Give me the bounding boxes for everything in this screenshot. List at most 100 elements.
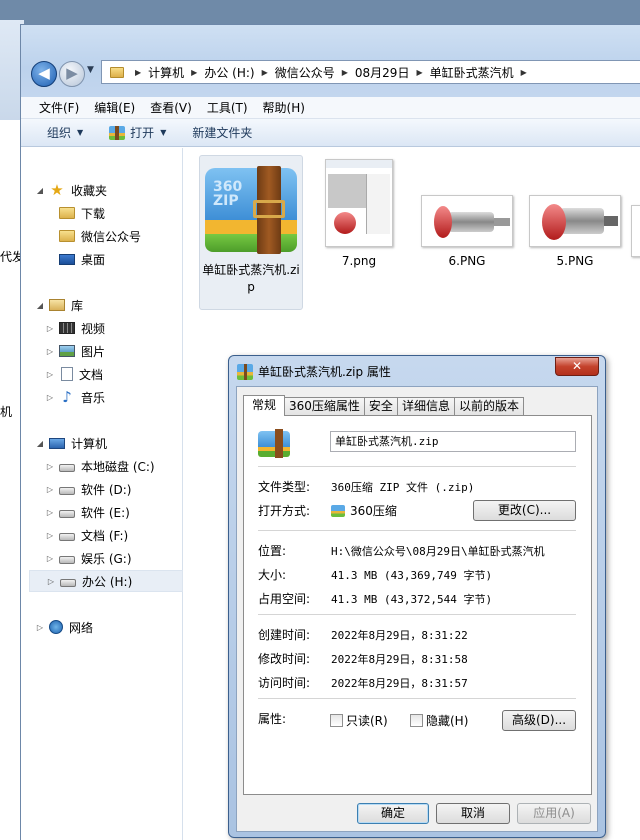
expand-icon[interactable]: ▷ [35, 623, 45, 632]
tab-general[interactable]: 常规 [243, 395, 286, 416]
expand-icon[interactable]: ▷ [45, 347, 55, 356]
nav-drive-f[interactable]: ▷ 文档 (F:) [45, 524, 128, 546]
nav-computer[interactable]: ◢ 计算机 [35, 432, 107, 454]
chevron-right-icon[interactable]: ▶ [342, 68, 348, 77]
menu-tools[interactable]: 工具(T) [207, 99, 248, 116]
general-tab-panel: 单缸卧式蒸汽机.zip 文件类型: 360压缩 ZIP 文件 (.zip) 打开… [243, 415, 592, 795]
breadcrumb-item[interactable]: 单缸卧式蒸汽机 [430, 64, 514, 81]
field-label: 创建时间: [258, 628, 311, 642]
expand-icon[interactable]: ▷ [45, 554, 55, 563]
chevron-right-icon[interactable]: ▶ [416, 68, 422, 77]
collapse-icon[interactable]: ◢ [35, 186, 45, 195]
nav-drive-c[interactable]: ▷ 本地磁盘 (C:) [45, 455, 155, 477]
apply-button[interactable]: 应用(A) [517, 803, 591, 824]
nav-wechat-folder[interactable]: 微信公众号 [55, 225, 141, 247]
nav-videos[interactable]: ▷ 视频 [45, 317, 105, 339]
menu-view[interactable]: 查看(V) [150, 99, 192, 116]
accessed-row: 访问时间: 2022年8月29日，8:31:57 [258, 674, 468, 691]
nav-drive-g[interactable]: ▷ 娱乐 (G:) [45, 547, 132, 569]
checkbox-label: 只读(R) [346, 714, 388, 728]
tab-details[interactable]: 详细信息 [396, 397, 455, 416]
file-type-value: 360压缩 ZIP 文件 (.zip) [331, 480, 475, 494]
nav-pictures[interactable]: ▷ 图片 [45, 340, 105, 362]
file-item-png[interactable]: 7.png [307, 155, 411, 270]
location-value: H:\微信公众号\08月29日\单缸卧式蒸汽机 [331, 544, 545, 558]
forward-button[interactable]: ▶ [59, 61, 85, 87]
picture-icon [59, 345, 75, 357]
360zip-icon [109, 125, 126, 140]
menu-file[interactable]: 文件(F) [39, 99, 79, 116]
expand-icon[interactable]: ▷ [45, 508, 55, 517]
folder-icon [110, 66, 124, 78]
checkbox-box[interactable] [330, 714, 343, 727]
nav-label: 库 [71, 298, 84, 313]
chevron-right-icon[interactable]: ▶ [262, 68, 268, 77]
address-bar[interactable]: ▶ 计算机 ▶ 办公 (H:) ▶ 微信公众号 ▶ 08月29日 ▶ 单缸卧式蒸… [101, 60, 640, 84]
chevron-right-icon[interactable]: ▶ [191, 68, 197, 77]
tab-previous-versions[interactable]: 以前的版本 [453, 397, 524, 416]
checkbox-label: 隐藏(H) [426, 714, 469, 728]
field-label: 访问时间: [258, 676, 311, 690]
expand-icon[interactable]: ▷ [45, 531, 55, 540]
file-item-png[interactable]: 5.PNG [523, 155, 627, 270]
image-thumbnail-partial[interactable] [631, 205, 640, 257]
file-item-zip[interactable]: 360 ZIP 单缸卧式蒸汽机.zip [199, 155, 303, 310]
ok-button[interactable]: 确定 [357, 803, 429, 824]
nav-desktop[interactable]: 桌面 [55, 248, 105, 270]
chevron-down-icon: ▼ [160, 128, 167, 137]
advanced-button[interactable]: 高级(D)... [502, 710, 576, 731]
expand-icon[interactable]: ▷ [45, 370, 55, 379]
file-item-png[interactable]: 6.PNG [415, 155, 519, 270]
tab-security[interactable]: 安全 [363, 397, 398, 416]
dialog-title-text: 单缸卧式蒸汽机.zip 属性 [258, 365, 391, 379]
close-button[interactable]: ✕ [555, 357, 599, 376]
nav-documents[interactable]: ▷ 文档 [45, 363, 103, 385]
menu-help[interactable]: 帮助(H) [263, 99, 305, 116]
chevron-right-icon[interactable]: ▶ [521, 68, 527, 77]
breadcrumb-item[interactable]: 微信公众号 [275, 64, 335, 81]
nav-drive-h[interactable]: ▷ 办公 (H:) [29, 570, 183, 592]
back-button[interactable]: ◀ [31, 61, 57, 87]
explorer-titlebar: ◀ ▶ ▼ ▶ 计算机 ▶ 办公 (H:) ▶ 微信公众号 ▶ 08月29日 ▶… [21, 25, 640, 97]
expand-icon[interactable]: ▷ [45, 324, 55, 333]
breadcrumb: ▶ 计算机 ▶ 办公 (H:) ▶ 微信公众号 ▶ 08月29日 ▶ 单缸卧式蒸… [128, 64, 534, 81]
nav-label: 计算机 [71, 436, 108, 451]
open-button[interactable]: 打开 ▼ [109, 124, 166, 141]
hidden-checkbox[interactable]: 隐藏(H) [410, 712, 468, 729]
nav-libraries[interactable]: ◢ 库 [35, 294, 83, 316]
breadcrumb-item[interactable]: 08月29日 [355, 64, 410, 81]
collapse-icon[interactable]: ◢ [35, 439, 45, 448]
divider [258, 466, 576, 467]
expand-icon[interactable]: ▷ [45, 462, 55, 471]
checkbox-box[interactable] [410, 714, 423, 727]
expand-icon[interactable]: ▷ [45, 393, 55, 402]
breadcrumb-item[interactable]: 办公 (H:) [204, 64, 254, 81]
chevron-down-icon: ▼ [77, 128, 84, 137]
organize-button[interactable]: 组织 ▼ [47, 124, 83, 141]
nav-network[interactable]: ▷ 网络 [35, 616, 93, 638]
cancel-button[interactable]: 取消 [436, 803, 510, 824]
expand-icon[interactable]: ▷ [46, 577, 56, 586]
breadcrumb-item[interactable]: 计算机 [148, 64, 184, 81]
readonly-checkbox[interactable]: 只读(R) [330, 712, 388, 729]
nav-downloads[interactable]: 下载 [55, 202, 105, 224]
360zip-icon [258, 428, 290, 458]
drive-icon [60, 579, 76, 587]
menu-edit[interactable]: 编辑(E) [94, 99, 135, 116]
chevron-right-icon[interactable]: ▶ [135, 68, 141, 77]
nav-label: 音乐 [81, 390, 106, 405]
recent-pages-dropdown[interactable]: ▼ [87, 65, 94, 75]
nav-drive-e[interactable]: ▷ 软件 (E:) [45, 501, 130, 523]
expand-icon[interactable]: ▷ [45, 485, 55, 494]
new-folder-label: 新建文件夹 [192, 126, 253, 140]
nav-label: 网络 [69, 620, 94, 635]
tab-360zip-properties[interactable]: 360压缩属性 [284, 397, 365, 416]
new-folder-button[interactable]: 新建文件夹 [192, 124, 252, 141]
collapse-icon[interactable]: ◢ [35, 301, 45, 310]
change-button[interactable]: 更改(C)... [473, 500, 576, 521]
file-name-field[interactable]: 单缸卧式蒸汽机.zip [330, 431, 576, 452]
field-label: 占用空间: [258, 592, 311, 606]
nav-drive-d[interactable]: ▷ 软件 (D:) [45, 478, 132, 500]
nav-favorites[interactable]: ◢ ★ 收藏夹 [35, 179, 107, 201]
nav-music[interactable]: ▷ ♪ 音乐 [45, 386, 105, 408]
